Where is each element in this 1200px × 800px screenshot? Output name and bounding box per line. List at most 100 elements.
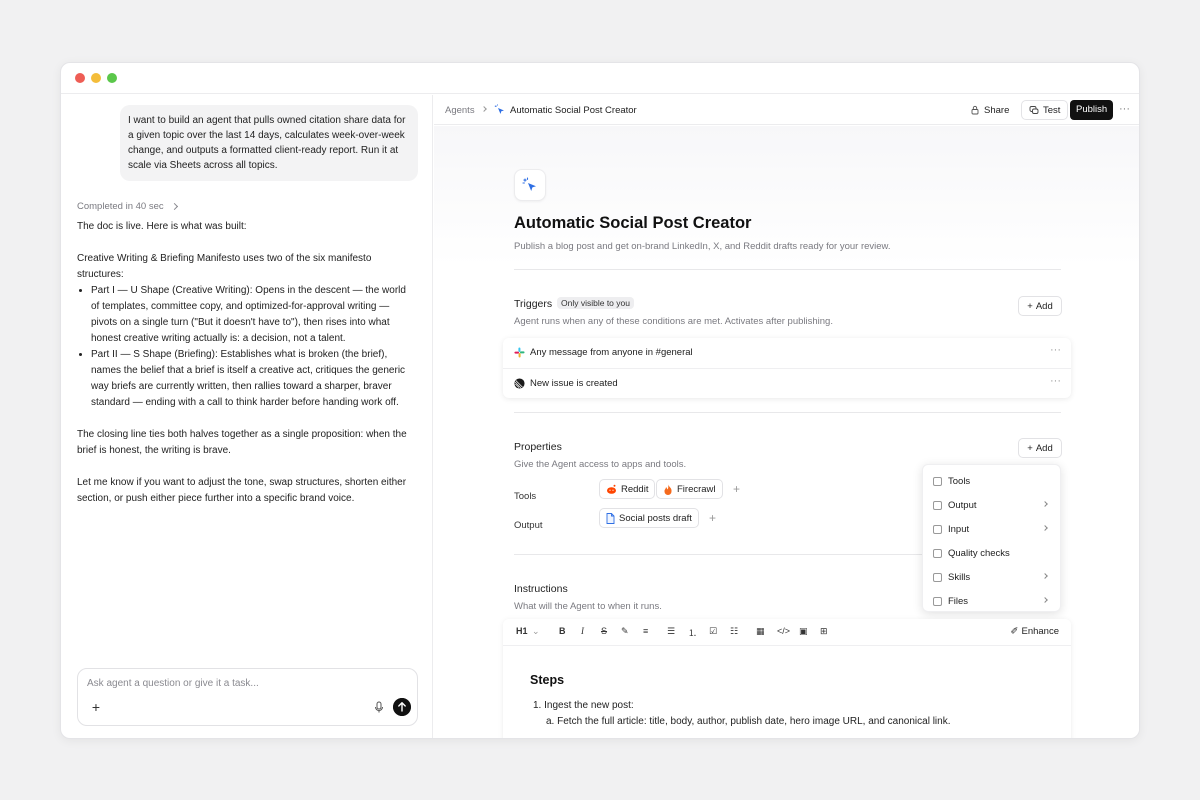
minimize-window-button[interactable] <box>91 73 101 83</box>
chevron-right-icon <box>170 202 178 211</box>
publish-button[interactable]: Publish <box>1070 100 1114 120</box>
output-icon <box>933 500 942 510</box>
tools-label: Tools <box>514 491 537 502</box>
menu-item-quality-checks[interactable]: Quality checks <box>923 541 1060 565</box>
user-message: I want to build an agent that pulls owne… <box>120 105 418 181</box>
trigger-row[interactable]: New issue is created ··· <box>503 368 1071 398</box>
heading-select[interactable]: H1 <box>516 626 528 636</box>
magic-wand-icon: ✐ <box>1010 626 1019 637</box>
tool-label: Reddit <box>621 483 649 495</box>
table-icon[interactable]: ▦ <box>756 626 765 637</box>
properties-title: Properties <box>514 441 562 453</box>
lock-icon <box>971 105 979 115</box>
chevron-right-icon <box>1042 573 1048 579</box>
cursor-sparkle-icon <box>494 104 504 114</box>
menu-item-files[interactable]: Files <box>923 589 1060 613</box>
bold-icon[interactable]: B <box>559 626 566 636</box>
enhance-button[interactable]: ✐ Enhance <box>1011 626 1059 637</box>
add-trigger-button[interactable]: + Add <box>1018 296 1062 316</box>
agent-reply: The doc is live. Here is what was built:… <box>77 219 413 523</box>
more-options-icon[interactable]: ··· <box>1050 375 1061 387</box>
completed-status[interactable]: Completed in 40 sec <box>77 201 178 212</box>
share-button[interactable]: Share <box>970 101 1009 119</box>
checklist-icon[interactable]: ☑ <box>709 626 717 637</box>
add-output-plus-icon[interactable]: + <box>709 511 716 525</box>
microphone-icon[interactable] <box>372 700 386 714</box>
agent-canvas: Automatic Social Post Creator Publish a … <box>434 126 1139 738</box>
chevron-right-icon <box>1042 597 1048 603</box>
numbered-list-icon[interactable]: ⒈ <box>688 626 697 639</box>
add-tool-plus-icon[interactable]: + <box>733 482 740 496</box>
triggers-subtitle: Agent runs when any of these conditions … <box>514 316 833 327</box>
tool-label: Firecrawl <box>677 483 716 495</box>
menu-item-label: Files <box>948 595 969 607</box>
code-icon[interactable]: </> <box>777 626 790 636</box>
trigger-label: Any message from anyone in #general <box>530 347 693 358</box>
embed-icon[interactable]: ⊞ <box>820 626 828 637</box>
test-bubble-icon <box>1029 106 1039 114</box>
indent-list-icon[interactable]: ☷ <box>730 626 738 637</box>
reddit-icon <box>607 484 616 494</box>
test-label: Test <box>1043 104 1061 116</box>
menu-item-input[interactable]: Input <box>923 517 1060 541</box>
document-icon <box>606 512 615 524</box>
properties-subtitle: Give the Agent access to apps and tools. <box>514 459 687 470</box>
more-options-icon[interactable]: ··· <box>1050 344 1061 356</box>
align-icon[interactable]: ≡ <box>643 626 648 636</box>
close-window-button[interactable] <box>75 73 85 83</box>
visibility-badge: Only visible to you <box>557 297 634 309</box>
add-label: Add <box>1035 300 1053 312</box>
substep-text: Fetch the full article: title, body, aut… <box>557 716 951 727</box>
agent-avatar <box>514 169 546 201</box>
menu-item-label: Input <box>948 523 970 535</box>
breadcrumb-chevron-icon <box>481 106 487 112</box>
menu-item-label: Quality checks <box>948 547 1010 559</box>
chat-pane: I want to build an agent that pulls owne… <box>61 95 433 738</box>
output-chip[interactable]: Social posts draft <box>599 508 699 528</box>
italic-icon[interactable]: I <box>581 626 584 636</box>
agent-title[interactable]: Automatic Social Post Creator <box>514 214 751 233</box>
checklist-icon <box>933 548 942 558</box>
plus-icon: + <box>1027 442 1033 454</box>
chat-input-box[interactable]: Ask agent a question or give it a task..… <box>77 668 418 726</box>
instructions-subtitle: What will the Agent to when it runs. <box>514 601 662 612</box>
triggers-title: Triggers <box>514 298 553 310</box>
instructions-editor[interactable]: H1 ⌄ B I S ✎ ≡ ☰ ⒈ ☑ ☷ ▦ </> ▣ ⊞ ✐ Enhan… <box>503 619 1071 738</box>
menu-item-tools[interactable]: Tools <box>923 469 1060 493</box>
agent-description[interactable]: Publish a blog post and get on-brand Lin… <box>514 241 891 252</box>
agent-editor-pane: Agents Automatic Social Post Creator Sha… <box>434 95 1139 738</box>
strikethrough-icon[interactable]: S <box>601 626 607 636</box>
title-bar <box>61 63 1139 94</box>
skills-icon <box>933 572 942 582</box>
menu-item-label: Skills <box>948 571 971 583</box>
menu-item-skills[interactable]: Skills <box>923 565 1060 589</box>
breadcrumb-current: Automatic Social Post Creator <box>510 105 637 116</box>
chevron-right-icon <box>1042 501 1048 507</box>
tool-chip-reddit[interactable]: Reddit <box>599 479 656 499</box>
test-button[interactable]: Test <box>1021 100 1069 120</box>
linear-icon <box>514 378 525 389</box>
step-item: 1. Ingest the new post: <box>533 700 634 711</box>
menu-item-output[interactable]: Output <box>923 493 1060 517</box>
send-button[interactable] <box>393 698 411 716</box>
breadcrumb-agents[interactable]: Agents <box>445 105 475 116</box>
image-icon[interactable]: ▣ <box>799 626 808 637</box>
triggers-list: Any message from anyone in #general ··· … <box>503 338 1071 398</box>
menu-item-label: Tools <box>948 475 971 487</box>
tool-chip-firecrawl[interactable]: Firecrawl <box>656 479 723 499</box>
more-options-icon[interactable]: ··· <box>1119 103 1130 115</box>
completed-label: Completed in 40 sec <box>77 201 164 212</box>
add-property-button[interactable]: + Add <box>1018 438 1062 458</box>
cursor-sparkle-icon <box>522 177 536 191</box>
highlight-icon[interactable]: ✎ <box>621 626 629 637</box>
chevron-down-icon[interactable]: ⌄ <box>532 626 540 637</box>
trigger-row[interactable]: Any message from anyone in #general ··· <box>503 338 1071 368</box>
output-value: Social posts draft <box>619 512 692 524</box>
tools-icon <box>933 476 942 486</box>
bullet-list-icon[interactable]: ☰ <box>667 626 675 637</box>
substep-item: a. Fetch the full article: title, body, … <box>546 716 951 727</box>
maximize-window-button[interactable] <box>107 73 117 83</box>
attach-plus-icon[interactable]: + <box>88 699 104 715</box>
list-item: Part I — U Shape (Creative Writing): Ope… <box>91 283 413 347</box>
chat-input[interactable]: Ask agent a question or give it a task..… <box>87 678 259 689</box>
